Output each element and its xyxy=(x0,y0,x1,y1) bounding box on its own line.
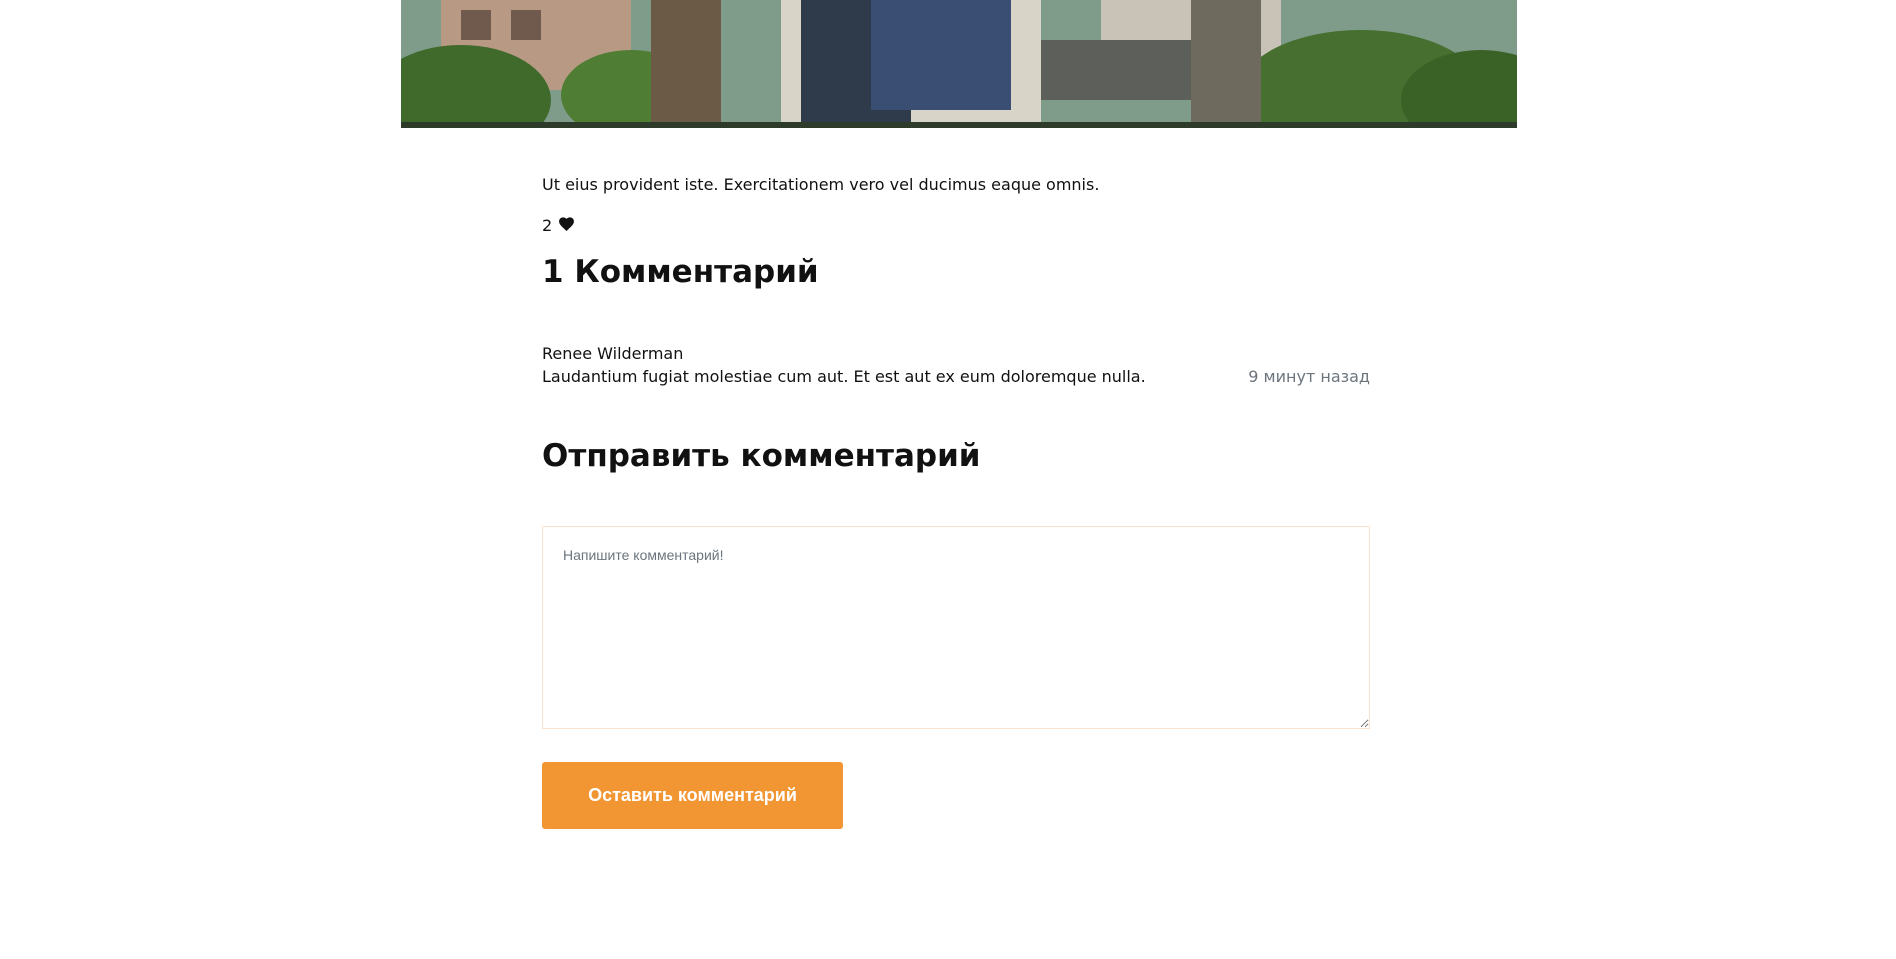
submit-comment-button[interactable]: Оставить комментарий xyxy=(542,762,843,829)
comment-form-heading: Отправить комментарий xyxy=(542,438,981,474)
comment-item: Renee Wilderman Laudantium fugiat molest… xyxy=(542,343,1370,389)
comment-text: Laudantium fugiat molestiae cum aut. Et … xyxy=(542,367,1146,386)
comment-author: Renee Wilderman xyxy=(542,344,684,363)
heart-icon xyxy=(558,216,575,235)
comment-timestamp: 9 минут назад xyxy=(1248,367,1370,386)
comments-heading: 1 Комментарий xyxy=(542,254,819,290)
like-button[interactable]: 2 xyxy=(542,216,575,235)
post-body-text: Ut eius provident iste. Exercitationem v… xyxy=(542,175,1100,194)
post-hero-image xyxy=(401,0,1517,128)
likes-count: 2 xyxy=(542,216,553,235)
comment-textarea[interactable] xyxy=(542,526,1370,729)
